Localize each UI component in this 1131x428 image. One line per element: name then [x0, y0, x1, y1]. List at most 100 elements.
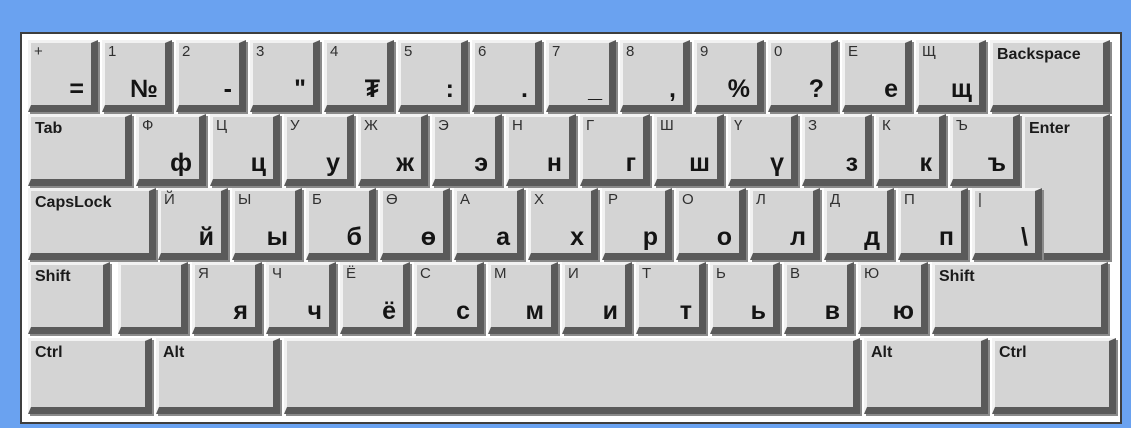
key-backslash[interactable]: | \: [972, 188, 1042, 260]
key--[interactable]: Ыы: [232, 188, 302, 260]
key-main-legend: у: [326, 149, 340, 177]
key-equals[interactable]: + =: [28, 40, 98, 112]
key--[interactable]: Чч: [266, 262, 336, 334]
key-label: Backspace: [997, 46, 1081, 63]
key-main-legend: -: [223, 75, 232, 103]
key-alt-right[interactable]: Alt: [864, 338, 988, 414]
key--[interactable]: Ее: [842, 40, 912, 112]
key--[interactable]: Оо: [676, 188, 746, 260]
key-main-legend: ц: [250, 149, 266, 177]
key-shift[interactable]: Shift: [28, 262, 110, 334]
key--[interactable]: Жж: [358, 114, 428, 186]
key-shift-legend: Х: [534, 191, 545, 208]
key-shift-legend: Ц: [216, 117, 228, 134]
key--[interactable]: Цц: [210, 114, 280, 186]
key-shift-legend: 7: [552, 43, 561, 60]
key--[interactable]: Кк: [876, 114, 946, 186]
key-minus[interactable]: 2-: [176, 40, 246, 112]
key-main-legend: р: [642, 223, 658, 251]
key-main-legend: ю: [892, 297, 914, 325]
key-space[interactable]: [284, 338, 860, 414]
key-main-legend: и: [602, 297, 618, 325]
key--[interactable]: Мм: [488, 262, 558, 334]
key--[interactable]: Сс: [414, 262, 484, 334]
key-main-legend: а: [496, 223, 510, 251]
key--[interactable]: Аа: [454, 188, 524, 260]
key--[interactable]: Юю: [858, 262, 928, 334]
key-question[interactable]: 0?: [768, 40, 838, 112]
key-capslock[interactable]: CapsLock: [28, 188, 156, 260]
key-main-legend: х: [570, 223, 584, 251]
key-label: Shift: [35, 268, 71, 285]
key--[interactable]: Тт: [636, 262, 706, 334]
key--[interactable]: Рр: [602, 188, 672, 260]
key--[interactable]: Бб: [306, 188, 376, 260]
key--[interactable]: Үү: [728, 114, 798, 186]
key--[interactable]: Щщ: [916, 40, 986, 112]
key-backspace[interactable]: Backspace: [990, 40, 1110, 112]
key-ctrl[interactable]: Ctrl: [28, 338, 152, 414]
key-main-legend: э: [474, 149, 488, 177]
key-comma[interactable]: 8,: [620, 40, 690, 112]
key--[interactable]: Хх: [528, 188, 598, 260]
key-shift-legend: Ш: [660, 117, 674, 134]
key-main-legend: ө: [420, 223, 436, 251]
key-percent[interactable]: 9%: [694, 40, 764, 112]
key-blank[interactable]: [118, 262, 188, 334]
key-tugrik[interactable]: 4 ₮: [324, 40, 394, 112]
key-shift-legend: 5: [404, 43, 413, 60]
key-underscore[interactable]: 7 _: [546, 40, 616, 112]
key-shift-legend: З: [808, 117, 818, 134]
key--[interactable]: Ьь: [710, 262, 780, 334]
key-main-legend: д: [864, 223, 880, 251]
key-label: Shift: [939, 268, 975, 285]
key-main-legend: с: [456, 297, 470, 325]
key--[interactable]: Дд: [824, 188, 894, 260]
key--[interactable]: Йй: [158, 188, 228, 260]
key-colon[interactable]: 5:: [398, 40, 468, 112]
key--[interactable]: Ээ: [432, 114, 502, 186]
key--[interactable]: Гг: [580, 114, 650, 186]
key-label: Alt: [163, 344, 185, 361]
key-tab[interactable]: Tab: [28, 114, 132, 186]
key--[interactable]: Вв: [784, 262, 854, 334]
key-shift-legend: Ф: [142, 117, 154, 134]
key--[interactable]: Яя: [192, 262, 262, 334]
key-numero[interactable]: 1 №: [102, 40, 172, 112]
key--[interactable]: Уу: [284, 114, 354, 186]
key-label: Ctrl: [35, 344, 63, 361]
key-shift-right[interactable]: Shift: [932, 262, 1108, 334]
key-main-legend: ш: [689, 149, 710, 177]
key-period[interactable]: 6.: [472, 40, 542, 112]
key-main-legend: ч: [307, 297, 322, 325]
key-shift-legend: 4: [330, 43, 339, 60]
key--[interactable]: Зз: [802, 114, 872, 186]
key-shift-legend: О: [682, 191, 694, 208]
key-main-legend: ь: [750, 297, 766, 325]
key-ctrl-right[interactable]: Ctrl: [992, 338, 1116, 414]
key--[interactable]: Ъъ: [950, 114, 1020, 186]
key--[interactable]: Лл: [750, 188, 820, 260]
key-main-legend: л: [790, 223, 806, 251]
key--[interactable]: Фф: [136, 114, 206, 186]
key--[interactable]: Нн: [506, 114, 576, 186]
key-shift-legend: Ъ: [956, 117, 968, 134]
key-shift-legend: 6: [478, 43, 487, 60]
key--[interactable]: Өө: [380, 188, 450, 260]
on-screen-keyboard: + = 1 № 2-3 " 4 ₮ 5:6. 7 _ 8, 9% 0? Ее Щщ Backspace Tab Фф…: [20, 32, 1122, 424]
key-shift-legend: П: [904, 191, 915, 208]
key-alt[interactable]: Alt: [156, 338, 280, 414]
key-main-legend: й: [198, 223, 214, 251]
key-shift-legend: Т: [642, 265, 652, 282]
key-shift-legend: Н: [512, 117, 523, 134]
key--[interactable]: Пп: [898, 188, 968, 260]
key--[interactable]: Ии: [562, 262, 632, 334]
window-frame: + = 1 № 2-3 " 4 ₮ 5:6. 7 _ 8, 9% 0? Ее Щщ Backspace Tab Фф…: [0, 0, 1131, 428]
key-quote[interactable]: 3 ": [250, 40, 320, 112]
key-main-legend: \: [1021, 223, 1028, 251]
key-shift-legend: 2: [182, 43, 191, 60]
key-main-legend: ъ: [987, 149, 1006, 177]
key-shift-legend: 8: [626, 43, 635, 60]
key--[interactable]: Ёё: [340, 262, 410, 334]
key--[interactable]: Шш: [654, 114, 724, 186]
